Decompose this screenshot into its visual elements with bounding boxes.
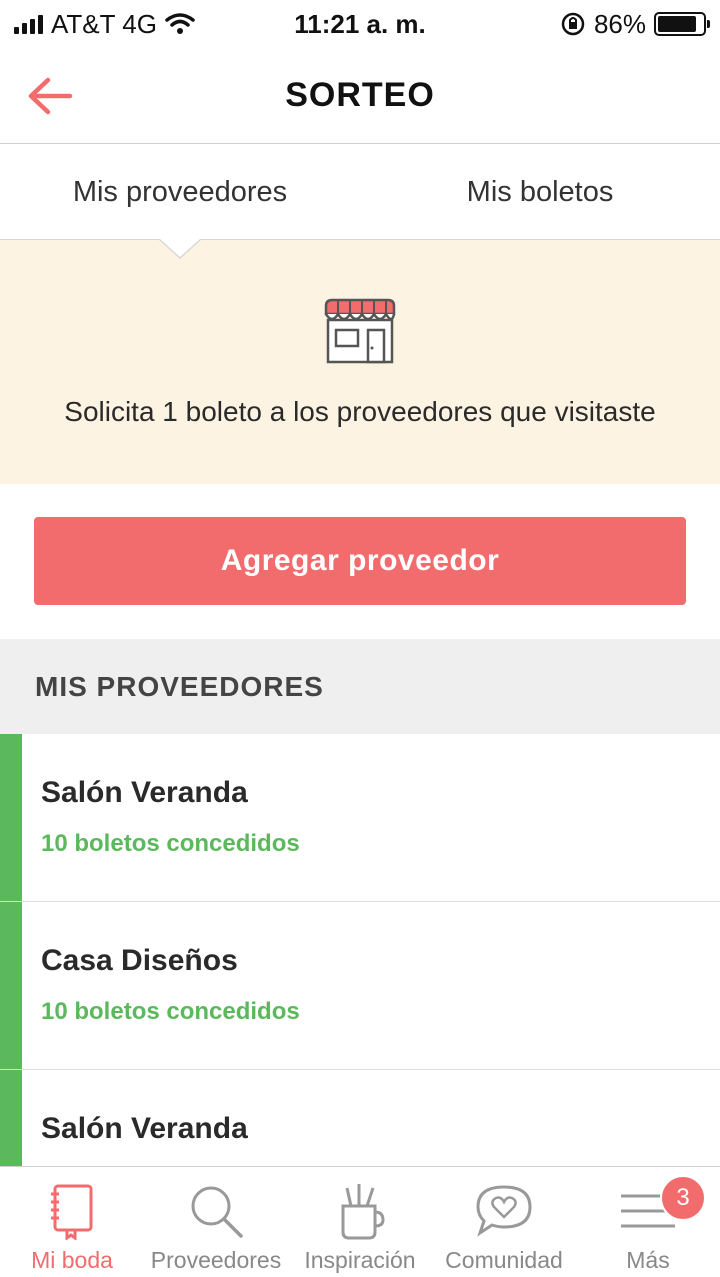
carrier-label: AT&T 4G [51, 8, 157, 39]
arrow-left-icon [28, 77, 73, 115]
provider-name: Salón Veranda [41, 776, 248, 809]
nav-mas[interactable]: Más 3 [576, 1167, 720, 1277]
add-provider-button[interactable]: Agregar proveedor [34, 517, 686, 605]
provider-status: 10 boletos concedidos [41, 830, 300, 857]
promo-banner: Solicita 1 boleto a los proveedores que … [0, 240, 720, 484]
provider-name: Salón Veranda [41, 1112, 248, 1145]
battery-percent: 86% [593, 8, 646, 39]
tab-bar: Mis proveedores Mis boletos [0, 145, 720, 240]
status-left: AT&T 4G [14, 9, 195, 40]
nav-label: Mi boda [31, 1247, 113, 1273]
provider-list-item[interactable]: Salón Veranda [0, 1070, 720, 1166]
promo-text: Solicita 1 boleto a los proveedores que … [64, 396, 656, 427]
nav-inspiracion[interactable]: Inspiración [288, 1167, 432, 1277]
wifi-icon [165, 13, 195, 34]
section-title: MIS PROVEEDORES [0, 639, 720, 734]
nav-proveedores[interactable]: Proveedores [144, 1167, 288, 1277]
provider-list: Salón Veranda 10 boletos concedidos Casa… [0, 734, 720, 1166]
search-icon [186, 1181, 246, 1241]
signal-icon [14, 14, 43, 34]
provider-list-item[interactable]: Salón Veranda 10 boletos concedidos [0, 734, 720, 902]
nav-comunidad[interactable]: Comunidad [432, 1167, 576, 1277]
pencil-cup-icon [330, 1181, 390, 1241]
provider-list-item[interactable]: Casa Diseños 10 boletos concedidos [0, 902, 720, 1070]
bottom-nav: Mi boda Proveedores Inspiración Comunida… [0, 1166, 720, 1277]
header: SORTEO [0, 48, 720, 144]
nav-label: Proveedores [150, 1247, 282, 1273]
tab-indicator [160, 239, 200, 257]
nav-label: Comunidad [445, 1247, 563, 1273]
page-title: SORTEO [285, 76, 435, 114]
status-bar-indicator [0, 734, 22, 901]
nav-label: Inspiración [304, 1247, 416, 1273]
tab-mis-boletos[interactable]: Mis boletos [360, 145, 720, 239]
provider-status: 10 boletos concedidos [41, 998, 300, 1025]
store-icon [324, 298, 396, 364]
status-bar-indicator [0, 1070, 22, 1166]
chat-heart-icon [474, 1181, 534, 1241]
provider-name: Casa Diseños [41, 944, 238, 977]
status-bar-indicator [0, 902, 22, 1069]
rotation-lock-icon [561, 12, 585, 36]
tab-mis-proveedores[interactable]: Mis proveedores [0, 145, 360, 239]
battery-icon [654, 12, 710, 36]
notification-badge: 3 [660, 1175, 706, 1221]
back-button[interactable] [22, 70, 78, 122]
nav-label: Más [626, 1247, 670, 1273]
nav-mi-boda[interactable]: Mi boda [0, 1167, 144, 1277]
status-right: 86% [560, 8, 710, 40]
status-bar: AT&T 4G 11:21 a. m. 86% [0, 0, 720, 48]
notebook-icon [42, 1181, 102, 1241]
